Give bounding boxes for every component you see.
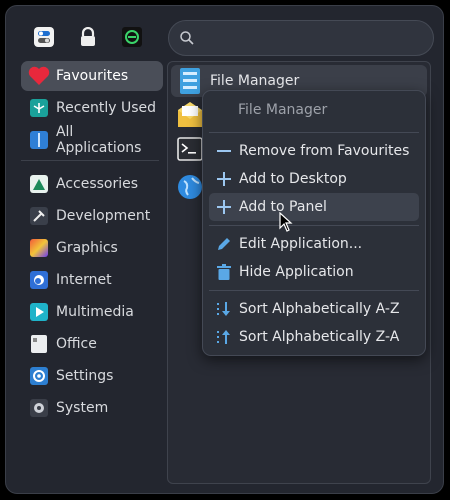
minus-icon — [213, 144, 235, 158]
menu-item-label: Sort Alphabetically Z-A — [239, 329, 400, 345]
menu-item-label: Edit Application... — [239, 236, 363, 252]
sidebar-item-internet[interactable]: Internet — [21, 265, 163, 295]
mouse-cursor-icon — [279, 212, 293, 232]
lock-icon[interactable] — [75, 24, 101, 50]
category-sidebar: Favourites Recently Used All Application… — [21, 61, 163, 425]
sort-down-icon — [213, 301, 235, 317]
context-menu-title: File Manager — [238, 102, 328, 118]
sidebar-item-label: Favourites — [56, 68, 129, 84]
mail-icon — [176, 101, 204, 129]
sidebar-item-development[interactable]: Development — [21, 201, 163, 231]
trash-icon — [213, 264, 235, 280]
sidebar-separator — [21, 160, 159, 161]
sidebar-item-label: Development — [56, 208, 151, 224]
heart-icon — [28, 65, 50, 87]
sort-up-icon — [213, 329, 235, 345]
menu-item-label: Remove from Favourites — [239, 143, 410, 159]
sidebar-item-graphics[interactable]: Graphics — [21, 233, 163, 263]
sidebar-item-multimedia[interactable]: Multimedia — [21, 297, 163, 327]
menu-item-add-to-desktop[interactable]: Add to Desktop — [209, 165, 419, 193]
logout-icon[interactable] — [119, 24, 145, 50]
sidebar-item-label: Recently Used — [56, 100, 157, 116]
sidebar-item-all-applications[interactable]: All Applications — [21, 124, 163, 156]
menu-item-add-to-panel[interactable]: Add to Panel — [209, 193, 419, 221]
context-menu-separator — [209, 225, 419, 226]
sidebar-item-label: Multimedia — [56, 304, 134, 320]
sidebar-item-favourites[interactable]: Favourites — [21, 61, 163, 91]
settings-icon — [28, 365, 50, 387]
sidebar-item-label: Graphics — [56, 240, 118, 256]
menu-item-edit-application[interactable]: Edit Application... — [209, 230, 419, 258]
menu-item-label: Sort Alphabetically A-Z — [239, 301, 400, 317]
terminal-icon — [176, 135, 204, 163]
system-icon — [28, 397, 50, 419]
all-apps-icon — [28, 129, 50, 151]
sidebar-item-accessories[interactable]: Accessories — [21, 169, 163, 199]
internet-icon — [28, 269, 50, 291]
app-item-label: File Manager — [210, 73, 300, 89]
sidebar-item-settings[interactable]: Settings — [21, 361, 163, 391]
menu-item-hide-application[interactable]: Hide Application — [209, 258, 419, 286]
sidebar-item-label: Office — [56, 336, 97, 352]
pencil-icon — [213, 237, 235, 251]
search-icon — [180, 31, 194, 45]
multimedia-icon — [28, 301, 50, 323]
sidebar-item-office[interactable]: Office — [21, 329, 163, 359]
sidebar-item-label: Internet — [56, 272, 112, 288]
web-browser-icon — [176, 173, 204, 201]
graphics-icon — [28, 237, 50, 259]
menu-item-label: Add to Desktop — [239, 171, 347, 187]
sidebar-item-system[interactable]: System — [21, 393, 163, 423]
context-menu: File Manager Remove from Favourites Add … — [202, 90, 426, 356]
context-menu-separator — [209, 132, 419, 133]
office-icon — [28, 333, 50, 355]
menu-item-sort-z-a[interactable]: Sort Alphabetically Z-A — [209, 323, 419, 351]
menu-item-label: Hide Application — [239, 264, 354, 280]
recent-icon — [28, 97, 50, 119]
file-manager-icon — [176, 67, 204, 95]
menu-item-sort-a-z[interactable]: Sort Alphabetically A-Z — [209, 295, 419, 323]
sidebar-item-label: Settings — [56, 368, 114, 384]
settings-toggle-icon[interactable] — [31, 24, 57, 50]
sidebar-item-recently-used[interactable]: Recently Used — [21, 93, 163, 123]
sidebar-item-label: All Applications — [55, 124, 142, 156]
sidebar-item-label: System — [56, 400, 109, 416]
sidebar-item-label: Accessories — [56, 176, 139, 192]
plus-icon — [213, 200, 235, 214]
search-input[interactable] — [168, 20, 434, 56]
development-icon — [28, 205, 50, 227]
accessories-icon — [28, 173, 50, 195]
context-menu-separator — [209, 290, 419, 291]
plus-icon — [213, 172, 235, 186]
menu-item-remove-from-favourites[interactable]: Remove from Favourites — [209, 137, 419, 165]
